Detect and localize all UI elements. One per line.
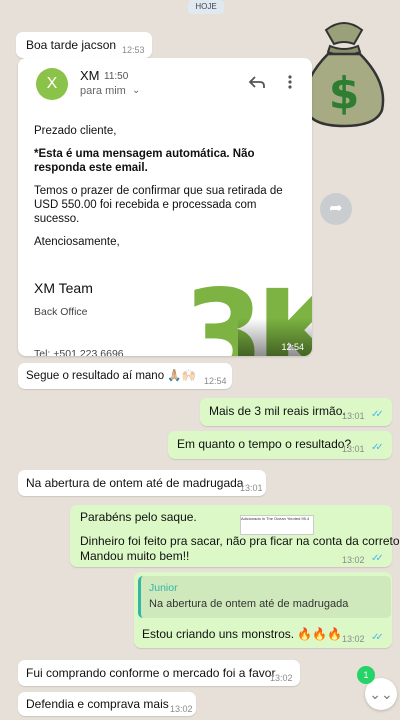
message-time: 13:02 <box>342 634 365 644</box>
email-team: XM Team <box>34 280 93 296</box>
email-body-text: Temos o prazer de confirmar que sua reti… <box>34 185 283 225</box>
message-time: 13:02 <box>342 555 365 565</box>
read-ticks-icon: ✓✓ <box>371 442 384 453</box>
message-outgoing[interactable]: Em quanto o tempo o resultado? 13:01 ✓✓ <box>168 431 392 459</box>
message-text: Mandou muito bem!! <box>80 549 190 563</box>
email-screenshot-image[interactable]: X XM 11:50 para mim ⌄ Prezado cliente, *… <box>18 58 312 356</box>
email-body: Prezado cliente, *Esta é uma mensagem au… <box>34 124 304 258</box>
message-incoming[interactable]: Boa tarde jacson 12:53 <box>16 32 152 58</box>
message-outgoing[interactable]: Mais de 3 mil reais irmão. 13:01 ✓✓ <box>200 398 392 426</box>
thumbnail-image: Adicionado in The Ocean Yieoted 95.4 <box>240 515 314 535</box>
message-incoming[interactable]: Na abertura de ontem até de madrugada 13… <box>18 470 266 496</box>
sender-name: XM <box>80 68 100 83</box>
message-time: 13:02 <box>170 704 193 714</box>
thumbnail-text: Adicionado in The Ocean Yieoted 95.4 <box>241 516 310 521</box>
more-vert-icon <box>288 75 292 89</box>
sent-time: 11:50 <box>104 71 129 82</box>
message-incoming[interactable]: Defendia e comprava mais 13:02 <box>18 692 196 716</box>
message-text: Dinheiro foi feito pra sacar, não pra fi… <box>80 534 400 548</box>
email-greeting: Prezado cliente, <box>34 125 117 137</box>
message-text: Defendia e comprava mais <box>26 697 169 711</box>
message-text: Em quanto o tempo o resultado? <box>177 437 352 451</box>
read-ticks-icon: ✓✓ <box>371 553 384 564</box>
quote-author: Junior <box>149 582 178 594</box>
email-dept: Back Office <box>34 306 88 318</box>
message-time: 13:01 <box>342 411 365 421</box>
message-text: Estou criando uns monstros. 🔥🔥🔥 <box>142 627 343 641</box>
message-text: Boa tarde jacson <box>26 38 117 52</box>
message-incoming[interactable]: Segue o resultado aí mano 🙏🏼🙌🏻 12:54 <box>18 363 232 389</box>
email-auto-notice: *Esta é uma mensagem automática. Não res… <box>34 148 255 174</box>
email-closing: Atenciosamente, <box>34 236 120 248</box>
email-phone: Tel: +501 223 6696 <box>34 348 124 356</box>
recipient-label: para mim <box>80 85 126 97</box>
reply-icon <box>248 76 265 88</box>
sender-avatar: X <box>36 68 68 100</box>
message-outgoing[interactable]: Parabéns pelo saque. Dinheiro foi feito … <box>70 505 400 567</box>
message-time: 12:53 <box>122 45 145 55</box>
forward-icon[interactable]: ➦ <box>320 193 352 225</box>
message-text: Segue o resultado aí mano 🙏🏼🙌🏻 <box>26 370 196 382</box>
image-time: 12:54 <box>281 342 304 352</box>
message-text: Parabéns pelo saque. <box>80 510 197 524</box>
read-ticks-icon: ✓✓ <box>371 409 384 420</box>
message-time: 13:02 <box>270 673 293 683</box>
chevron-down-icon: ⌄ <box>132 85 141 96</box>
message-incoming[interactable]: Fui comprando conforme o mercado foi a f… <box>18 660 300 686</box>
message-text: Fui comprando conforme o mercado foi a f… <box>26 666 276 680</box>
date-chip: HOJE <box>188 0 224 14</box>
read-ticks-icon: ✓✓ <box>371 632 384 643</box>
message-text: Na abertura de ontem até de madrugada <box>26 476 244 490</box>
quote-text: Na abertura de ontem até de madrugada <box>149 598 349 610</box>
message-time: 13:01 <box>342 444 365 454</box>
message-time: 12:54 <box>204 376 227 386</box>
unread-count-badge[interactable]: 1 <box>357 666 375 684</box>
reply-quote[interactable]: Junior Na abertura de ontem até de madru… <box>138 576 391 618</box>
svg-text:$: $ <box>329 68 360 119</box>
message-text: Mais de 3 mil reais irmão. <box>209 404 346 418</box>
message-time: 13:01 <box>240 483 263 493</box>
